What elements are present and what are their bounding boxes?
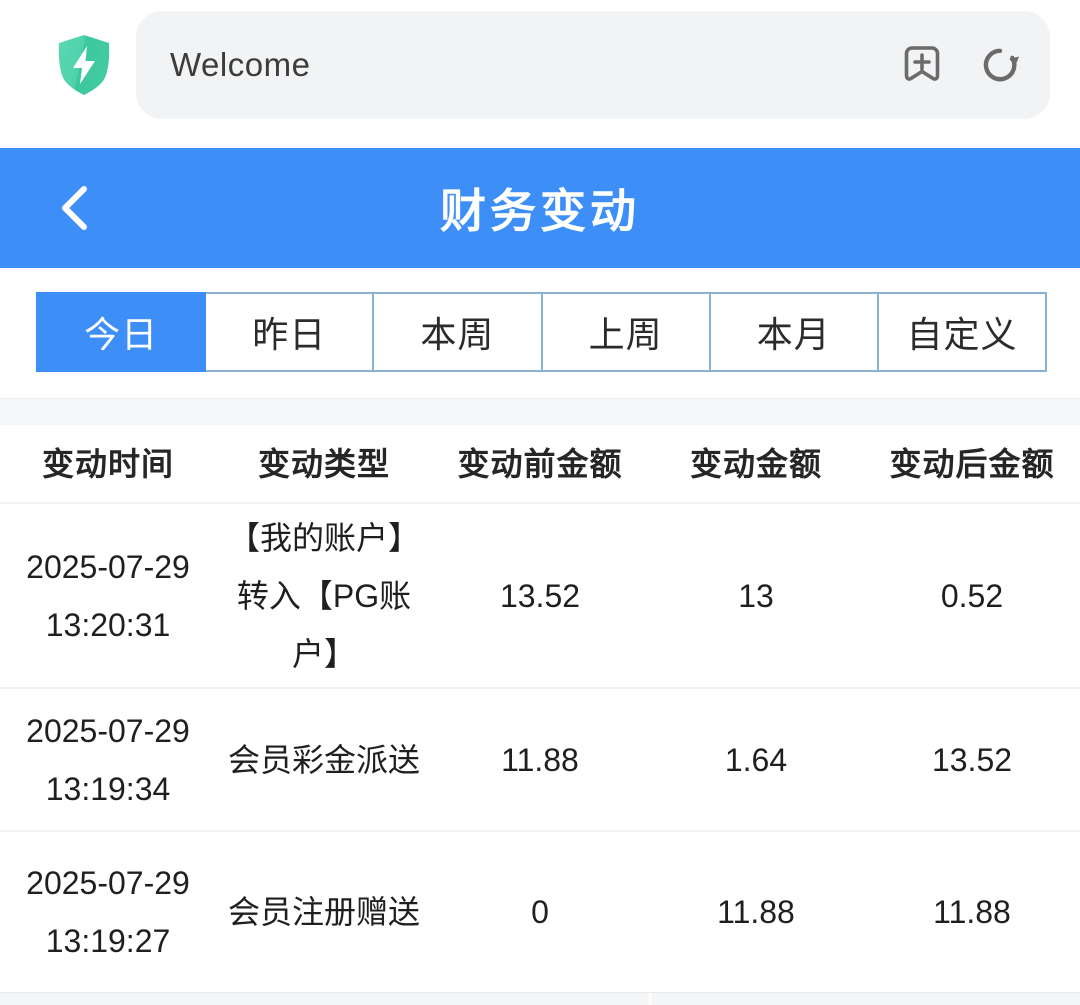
page-header: 财务变动 bbox=[0, 148, 1080, 268]
cell-type: 【我的账户】转入【PG账户】 bbox=[216, 509, 432, 683]
page-title: 财务变动 bbox=[440, 175, 640, 241]
col-header-amount: 变动金额 bbox=[648, 435, 864, 493]
col-header-before: 变动前金额 bbox=[432, 435, 648, 493]
reload-icon[interactable] bbox=[976, 41, 1024, 89]
cell-change-amount: 13 bbox=[648, 567, 864, 625]
date-filter-tabs: 今日 昨日 本周 上周 本月 自定义 bbox=[36, 292, 1047, 372]
cell-date-line: 2025-07-29 bbox=[0, 538, 216, 596]
address-bar[interactable]: Welcome bbox=[136, 11, 1050, 119]
tab-last-week[interactable]: 上周 bbox=[541, 292, 711, 372]
cell-type: 会员彩金派送 bbox=[216, 731, 432, 789]
bottom-edge-strip bbox=[0, 992, 1080, 1005]
cell-after-amount: 0.52 bbox=[864, 567, 1080, 625]
tab-today[interactable]: 今日 bbox=[36, 292, 206, 372]
cell-change-amount: 11.88 bbox=[648, 883, 864, 941]
cell-time-line: 13:20:31 bbox=[0, 596, 216, 654]
bottom-strip-divider bbox=[648, 993, 652, 1005]
cell-date-line: 2025-07-29 bbox=[0, 854, 216, 912]
cell-before-amount: 0 bbox=[432, 883, 648, 941]
cell-time: 2025-07-29 13:19:27 bbox=[0, 854, 216, 970]
browser-logo bbox=[32, 32, 136, 98]
cell-after-amount: 13.52 bbox=[864, 731, 1080, 789]
cell-after-amount: 11.88 bbox=[864, 883, 1080, 941]
back-button[interactable] bbox=[40, 148, 110, 268]
cell-before-amount: 13.52 bbox=[432, 567, 648, 625]
shield-lightning-icon bbox=[53, 32, 115, 98]
cell-time-line: 13:19:27 bbox=[0, 912, 216, 970]
col-header-time: 变动时间 bbox=[0, 435, 216, 493]
table-row: 2025-07-29 13:20:31 【我的账户】转入【PG账户】 13.52… bbox=[0, 502, 1080, 687]
address-text: Welcome bbox=[170, 46, 898, 84]
transactions-table: 变动时间 变动类型 变动前金额 变动金额 变动后金额 2025-07-29 13… bbox=[0, 425, 1080, 992]
cell-date-line: 2025-07-29 bbox=[0, 702, 216, 760]
tab-custom[interactable]: 自定义 bbox=[877, 292, 1047, 372]
col-header-type: 变动类型 bbox=[216, 435, 432, 493]
cell-type: 会员注册赠送 bbox=[216, 883, 432, 941]
table-row: 2025-07-29 13:19:34 会员彩金派送 11.88 1.64 13… bbox=[0, 687, 1080, 830]
chevron-left-icon bbox=[56, 182, 94, 234]
cell-time: 2025-07-29 13:20:31 bbox=[0, 538, 216, 654]
cell-before-amount: 11.88 bbox=[432, 731, 648, 789]
cell-time: 2025-07-29 13:19:34 bbox=[0, 702, 216, 818]
section-divider bbox=[0, 398, 1080, 425]
col-header-after: 变动后金额 bbox=[864, 435, 1080, 493]
browser-bar: Welcome bbox=[0, 0, 1080, 130]
table-row: 2025-07-29 13:19:27 会员注册赠送 0 11.88 11.88 bbox=[0, 830, 1080, 992]
cell-time-line: 13:19:34 bbox=[0, 760, 216, 818]
table-header-row: 变动时间 变动类型 变动前金额 变动金额 变动后金额 bbox=[0, 425, 1080, 502]
tab-this-month[interactable]: 本月 bbox=[709, 292, 879, 372]
add-bookmark-icon[interactable] bbox=[898, 41, 946, 89]
tab-yesterday[interactable]: 昨日 bbox=[204, 292, 374, 372]
cell-change-amount: 1.64 bbox=[648, 731, 864, 789]
tab-this-week[interactable]: 本周 bbox=[372, 292, 542, 372]
